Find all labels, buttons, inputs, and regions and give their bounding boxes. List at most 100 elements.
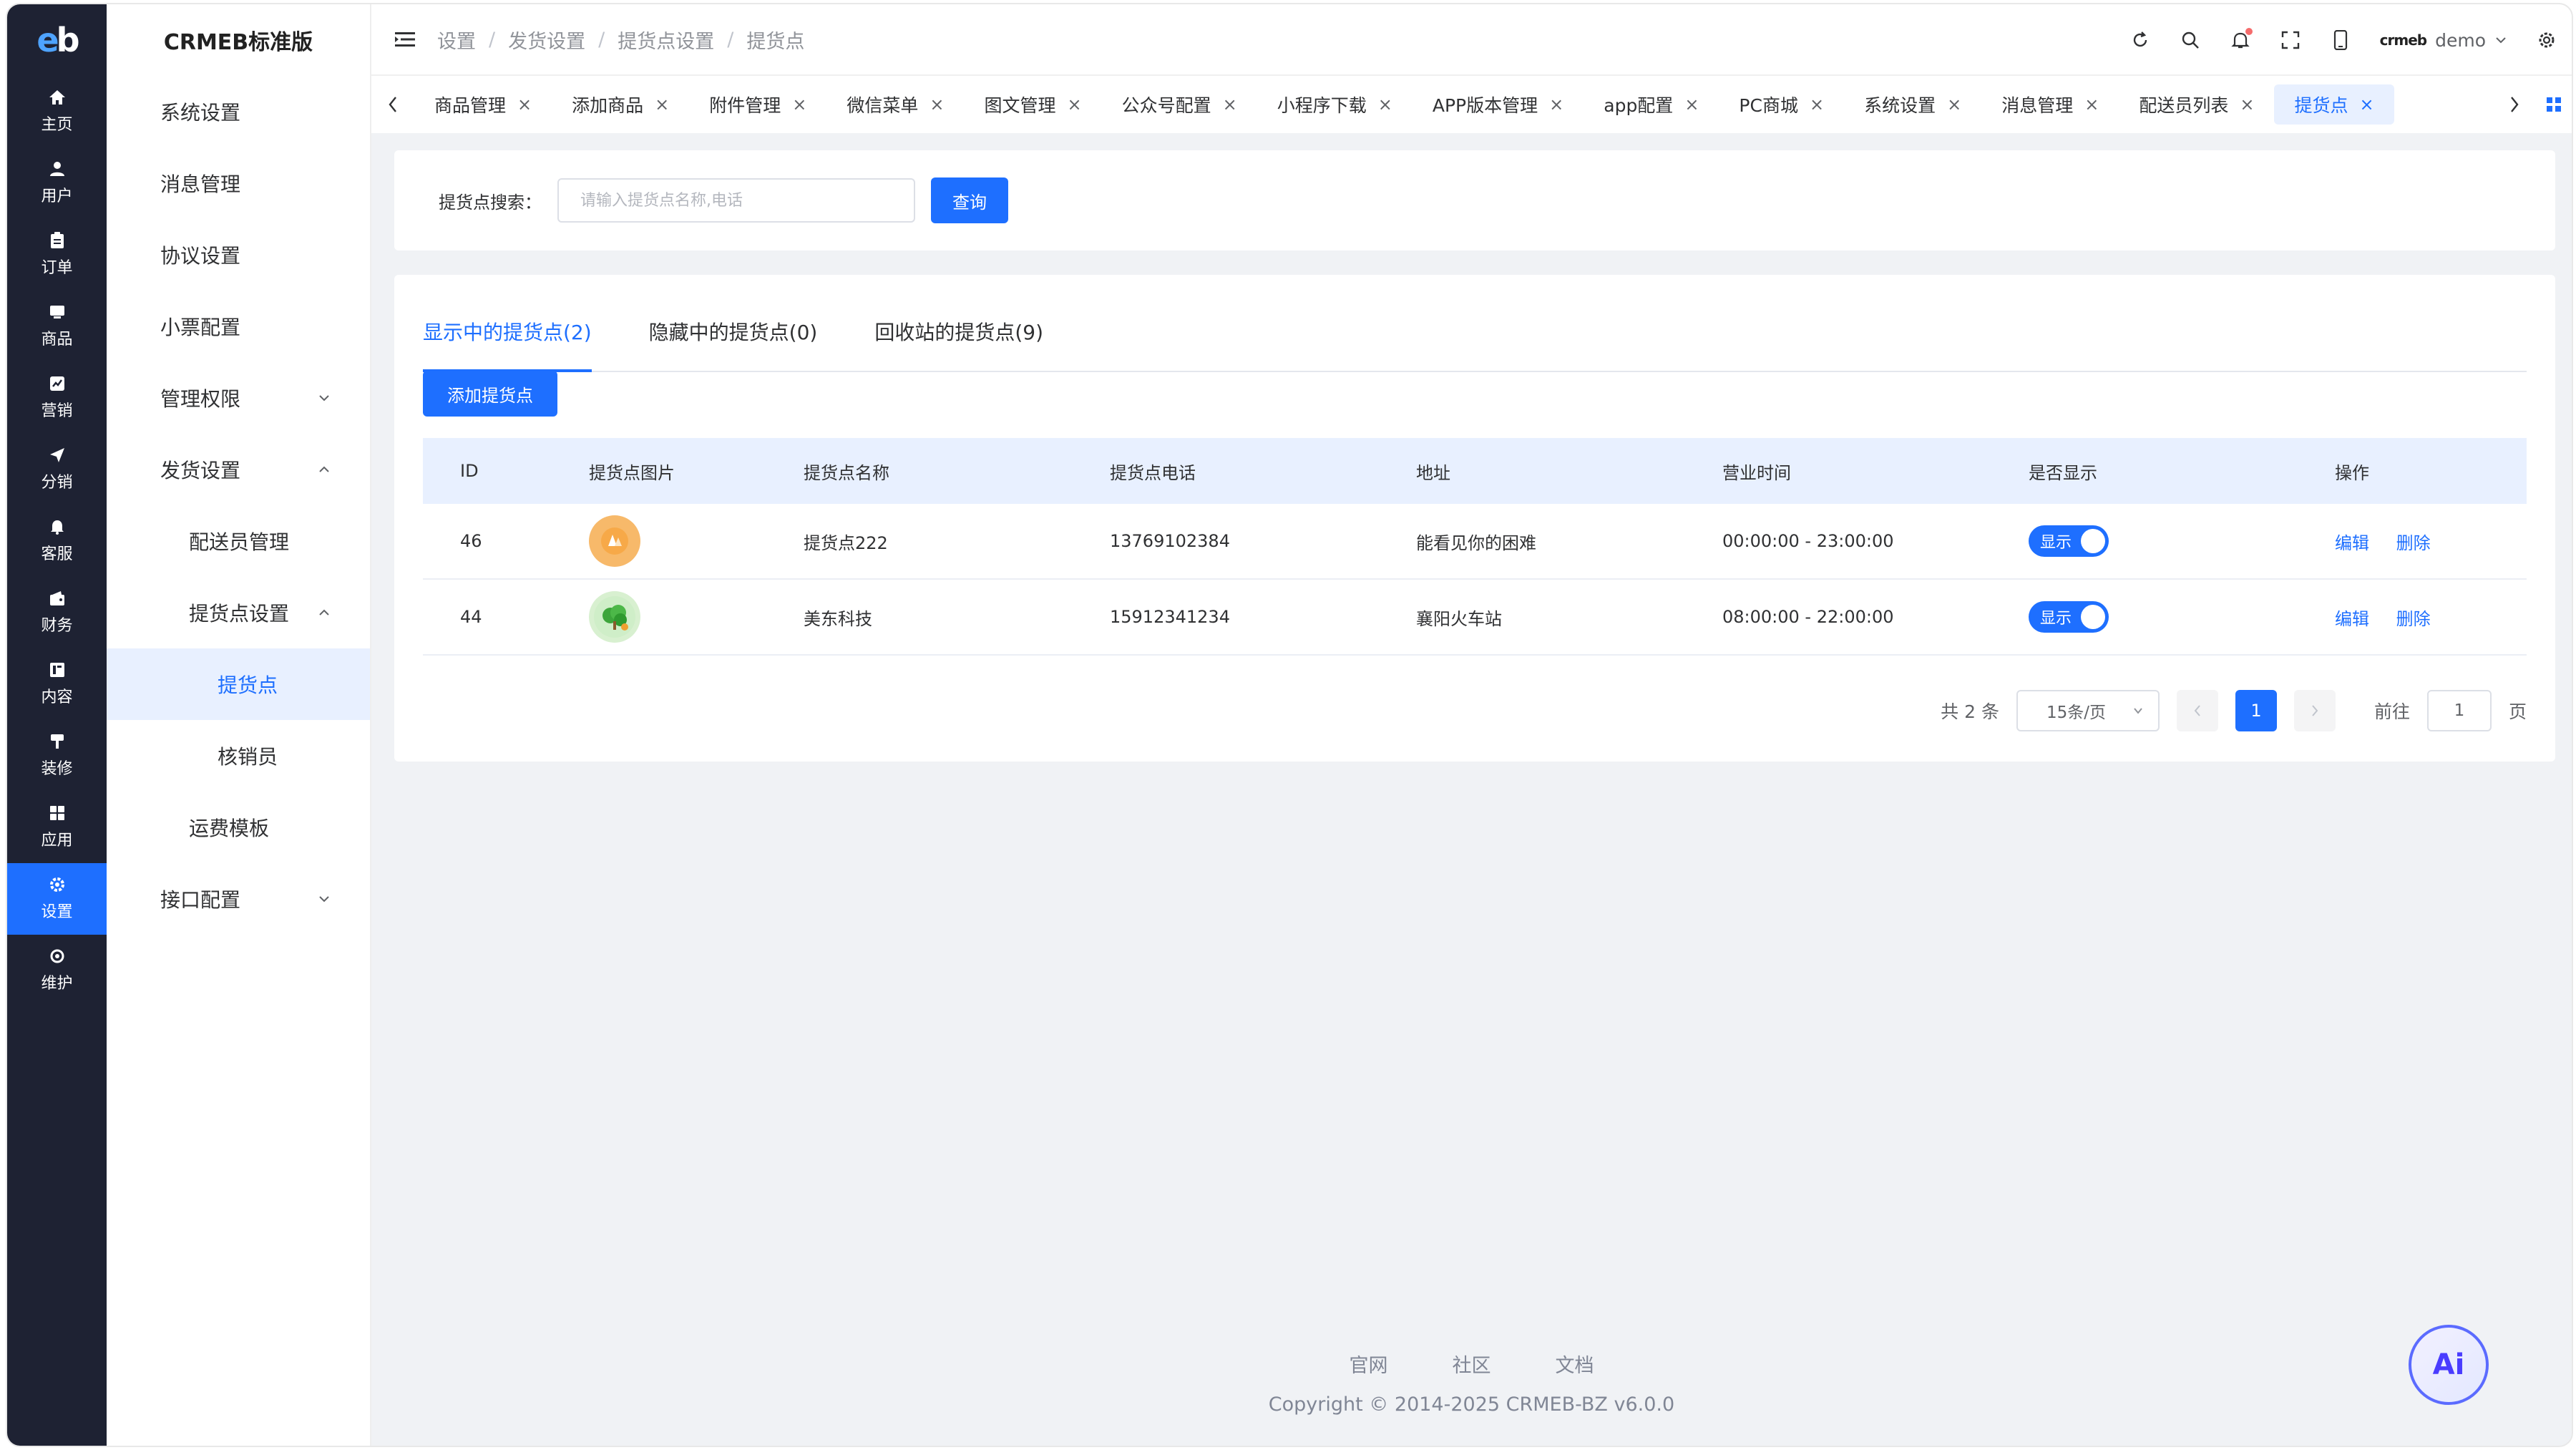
cell-name: 提货点222 bbox=[804, 532, 888, 553]
footer-link-website[interactable]: 官网 bbox=[1350, 1350, 1388, 1378]
rail-item-label: 客服 bbox=[41, 545, 73, 563]
close-icon[interactable]: × bbox=[1223, 94, 1237, 115]
close-icon[interactable]: × bbox=[1068, 94, 1082, 115]
close-icon[interactable]: × bbox=[1549, 94, 1563, 115]
sidebar-item-agreement[interactable]: 协议设置 bbox=[107, 219, 370, 291]
sidebar-item-api-config[interactable]: 接口配置 bbox=[107, 863, 370, 935]
query-button[interactable]: 查询 bbox=[931, 177, 1008, 223]
tabs-scroll-right[interactable] bbox=[2493, 76, 2536, 133]
edit-link[interactable]: 编辑 bbox=[2335, 609, 2369, 629]
close-icon[interactable]: × bbox=[2084, 94, 2099, 115]
close-icon[interactable]: × bbox=[2359, 94, 2373, 115]
fullscreen-icon[interactable] bbox=[2280, 29, 2301, 51]
sidebar-item-verifier[interactable]: 核销员 bbox=[107, 720, 370, 792]
search-icon[interactable] bbox=[2180, 29, 2201, 51]
close-icon[interactable]: × bbox=[1378, 94, 1392, 115]
settings-sidebar: CRMEB标准版 系统设置 消息管理 协议设置 小票配置 管理权限 发货设置 配… bbox=[107, 4, 371, 1446]
rail-item-settings[interactable]: 设置 bbox=[7, 863, 107, 935]
rail-item-apps[interactable]: 应用 bbox=[7, 792, 107, 863]
rail-item-finance[interactable]: 财务 bbox=[7, 577, 107, 648]
close-icon[interactable]: × bbox=[1684, 94, 1699, 115]
breadcrumb-item[interactable]: 提货点设置 bbox=[618, 26, 714, 54]
footer-link-community[interactable]: 社区 bbox=[1453, 1350, 1491, 1378]
maintain-icon bbox=[48, 948, 67, 965]
pickup-thumbnail[interactable] bbox=[589, 591, 640, 643]
close-icon[interactable]: × bbox=[930, 94, 944, 115]
page-tab[interactable]: PC商城 × bbox=[1719, 84, 1844, 125]
page-tab[interactable]: 公众号配置 × bbox=[1102, 84, 1257, 125]
user-menu[interactable]: crmeb demo bbox=[2380, 30, 2507, 51]
tabs-menu[interactable] bbox=[2536, 76, 2572, 133]
search-input[interactable] bbox=[557, 178, 915, 223]
next-page-button[interactable] bbox=[2293, 690, 2336, 731]
close-icon[interactable]: × bbox=[1947, 94, 1961, 115]
page-tab[interactable]: 商品管理 × bbox=[414, 84, 552, 125]
close-icon[interactable]: × bbox=[1810, 94, 1824, 115]
page-tab[interactable]: app配置 × bbox=[1584, 84, 1719, 125]
sidebar-item-pickup-point[interactable]: 提货点 bbox=[107, 648, 370, 720]
rail-item-maintain[interactable]: 维护 bbox=[7, 935, 107, 1006]
rail-item-decorate[interactable]: 装修 bbox=[7, 720, 107, 792]
mobile-preview-icon[interactable] bbox=[2330, 29, 2351, 51]
pickup-thumbnail[interactable] bbox=[589, 515, 640, 567]
sidebar-item-label: 发货设置 bbox=[160, 459, 241, 482]
rail-item-service[interactable]: 客服 bbox=[7, 505, 107, 577]
sidebar-item-permissions[interactable]: 管理权限 bbox=[107, 362, 370, 434]
page-tab[interactable]: 配送员列表 × bbox=[2119, 84, 2274, 125]
page-tab[interactable]: 消息管理 × bbox=[1981, 84, 2119, 125]
page-tab[interactable]: 添加商品 × bbox=[552, 84, 689, 125]
goto-page-input[interactable]: 1 bbox=[2426, 690, 2492, 731]
footer-link-docs[interactable]: 文档 bbox=[1556, 1350, 1594, 1378]
rail-item-content[interactable]: 内容 bbox=[7, 648, 107, 720]
settings-gear-icon[interactable] bbox=[2536, 29, 2557, 51]
tab-showing[interactable]: 显示中的提货点(2) bbox=[423, 292, 592, 372]
page-size-select[interactable]: 15条/页 bbox=[2016, 690, 2160, 731]
page-tab[interactable]: APP版本管理 × bbox=[1413, 84, 1584, 125]
delete-link[interactable]: 删除 bbox=[2396, 533, 2431, 553]
sidebar-item-pickup-settings[interactable]: 提货点设置 bbox=[107, 577, 370, 648]
notification-bell-icon[interactable] bbox=[2230, 28, 2253, 51]
rail-item-distribution[interactable]: 分销 bbox=[7, 434, 107, 505]
refresh-icon[interactable] bbox=[2129, 29, 2151, 51]
delete-link[interactable]: 删除 bbox=[2396, 609, 2431, 629]
page-tab[interactable]: 微信菜单 × bbox=[826, 84, 964, 125]
prev-page-button[interactable] bbox=[2176, 690, 2218, 731]
rail-item-product[interactable]: 商品 bbox=[7, 291, 107, 362]
column-header: 提货点名称 bbox=[804, 462, 889, 483]
breadcrumb-item[interactable]: 设置 bbox=[437, 26, 476, 54]
page-tab-active[interactable]: 提货点 × bbox=[2274, 84, 2394, 125]
tabs-scroll-left[interactable] bbox=[371, 76, 414, 133]
rail-item-user[interactable]: 用户 bbox=[7, 147, 107, 219]
page-tab[interactable]: 系统设置 × bbox=[1844, 84, 1981, 125]
service-bell-icon bbox=[48, 518, 67, 535]
pickup-table: ID 提货点图片 提货点名称 提货点电话 地址 营业时间 是否显示 操作 46 … bbox=[423, 438, 2527, 656]
sidebar-item-message[interactable]: 消息管理 bbox=[107, 147, 370, 219]
tab-label: 提货点 bbox=[2294, 95, 2348, 116]
close-icon[interactable]: × bbox=[517, 94, 532, 115]
sidebar-item-system-settings[interactable]: 系统设置 bbox=[107, 76, 370, 147]
breadcrumb: 设置 / 发货设置 / 提货点设置 / 提货点 bbox=[437, 26, 804, 54]
sidebar-item-receipt[interactable]: 小票配置 bbox=[107, 291, 370, 362]
close-icon[interactable]: × bbox=[655, 94, 669, 115]
rail-item-marketing[interactable]: 营销 bbox=[7, 362, 107, 434]
add-pickup-point-button[interactable]: 添加提货点 bbox=[423, 371, 557, 417]
close-icon[interactable]: × bbox=[792, 94, 806, 115]
edit-link[interactable]: 编辑 bbox=[2335, 533, 2369, 553]
tab-hidden[interactable]: 隐藏中的提货点(0) bbox=[649, 292, 818, 371]
menu-fold-icon[interactable] bbox=[394, 29, 416, 50]
visibility-toggle[interactable]: 显示 bbox=[2029, 525, 2109, 557]
rail-item-order[interactable]: 订单 bbox=[7, 219, 107, 291]
sidebar-item-courier[interactable]: 配送员管理 bbox=[107, 505, 370, 577]
visibility-toggle[interactable]: 显示 bbox=[2029, 601, 2109, 633]
page-number-current[interactable]: 1 bbox=[2235, 690, 2277, 731]
page-tab[interactable]: 附件管理 × bbox=[689, 84, 826, 125]
tab-recycle-bin[interactable]: 回收站的提货点(9) bbox=[874, 292, 1043, 371]
page-tab[interactable]: 小程序下载 × bbox=[1257, 84, 1413, 125]
breadcrumb-item[interactable]: 发货设置 bbox=[508, 26, 585, 54]
page-tab[interactable]: 图文管理 × bbox=[965, 84, 1102, 125]
close-icon[interactable]: × bbox=[2240, 94, 2254, 115]
sidebar-item-shipping[interactable]: 发货设置 bbox=[107, 434, 370, 505]
sidebar-item-freight-template[interactable]: 运费模板 bbox=[107, 792, 370, 863]
ai-assistant-button[interactable]: Ai bbox=[2409, 1325, 2489, 1405]
rail-item-home[interactable]: 主页 bbox=[7, 76, 107, 147]
